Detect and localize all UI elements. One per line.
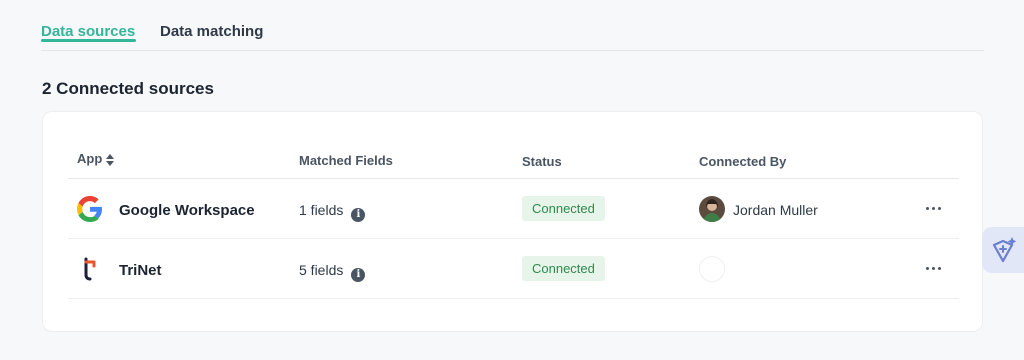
google-logo-icon bbox=[77, 196, 102, 222]
tab-data-sources[interactable]: Data sources bbox=[41, 23, 136, 42]
matched-fields: 1 fields i bbox=[299, 202, 366, 222]
info-icon[interactable]: i bbox=[351, 268, 366, 282]
app-name: TriNet bbox=[119, 262, 162, 279]
sparkle-shield-icon bbox=[992, 237, 1017, 263]
tab-label: Data matching bbox=[160, 23, 264, 40]
column-header-connected-by: Connected By bbox=[699, 154, 787, 169]
row-divider bbox=[68, 298, 959, 299]
column-header-status: Status bbox=[522, 154, 562, 169]
tab-data-matching[interactable]: Data matching bbox=[160, 23, 263, 40]
header-divider bbox=[68, 178, 959, 179]
section-title: 2 Connected sources bbox=[42, 79, 214, 98]
trinet-logo-icon bbox=[84, 257, 96, 281]
matched-fields: 5 fields i bbox=[299, 262, 366, 282]
connected-by-name: Jordan Muller bbox=[733, 202, 818, 218]
avatar bbox=[699, 196, 725, 222]
tab-label: Data sources bbox=[41, 23, 136, 40]
more-options-icon[interactable] bbox=[924, 264, 946, 274]
ai-assistant-button[interactable] bbox=[982, 227, 1024, 273]
column-header-matched-fields: Matched Fields bbox=[299, 153, 393, 168]
avatar bbox=[699, 256, 725, 282]
status-badge: Connected bbox=[522, 256, 605, 281]
app-name: Google Workspace bbox=[119, 202, 255, 219]
status-badge: Connected bbox=[522, 196, 605, 221]
row-divider bbox=[68, 238, 959, 239]
sort-icon[interactable] bbox=[106, 153, 115, 166]
sources-table-card: App Matched Fields Status Connected By G… bbox=[42, 111, 983, 332]
info-icon[interactable]: i bbox=[351, 208, 366, 222]
active-tab-indicator bbox=[41, 39, 136, 42]
more-options-icon[interactable] bbox=[924, 204, 946, 214]
column-header-app[interactable]: App bbox=[77, 151, 115, 166]
tab-bar: Data sources Data matching bbox=[41, 0, 984, 51]
